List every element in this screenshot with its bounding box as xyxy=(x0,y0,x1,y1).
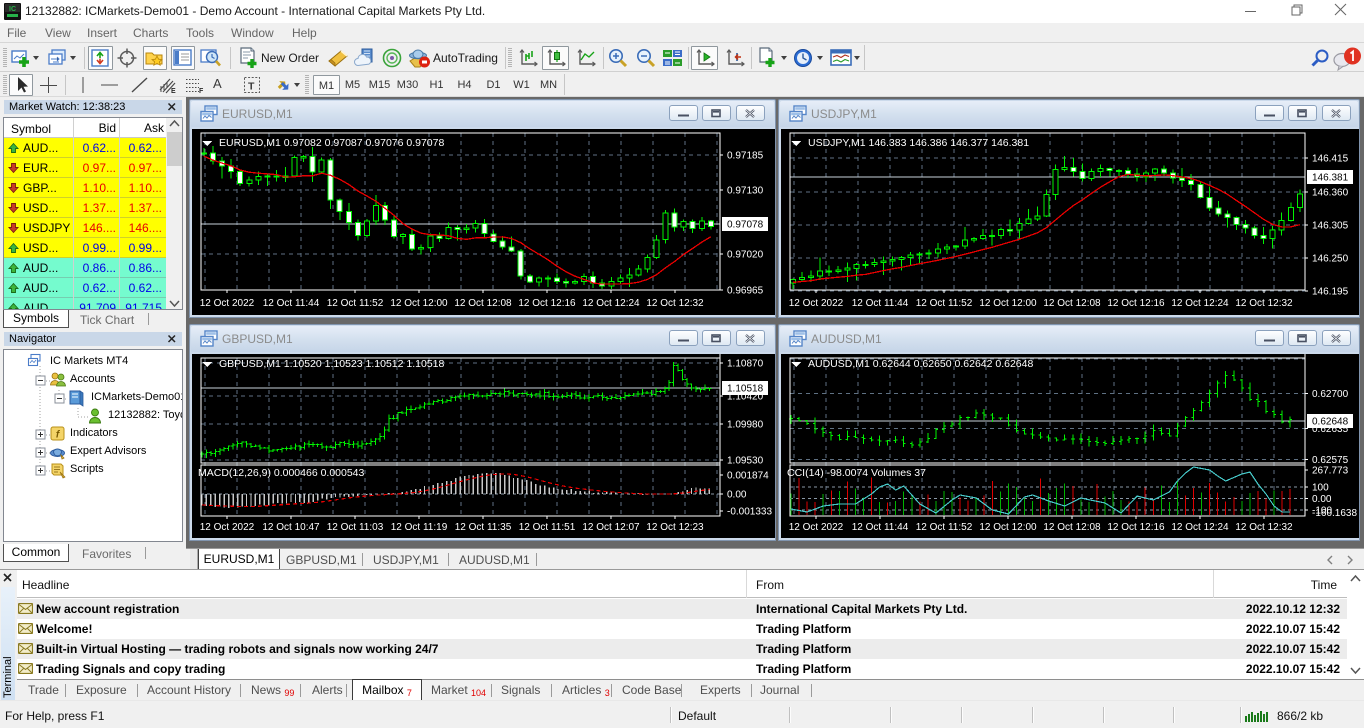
svg-text:T: T xyxy=(248,81,255,93)
svg-text:E: E xyxy=(171,88,176,94)
svg-text:0.00: 0.00 xyxy=(727,490,747,501)
svg-text:0.62648: 0.62648 xyxy=(1312,417,1349,428)
svg-text:0.00: 0.00 xyxy=(1312,494,1332,505)
svg-text:12 Oct 12:08: 12 Oct 12:08 xyxy=(1043,522,1101,533)
svg-text:12 Oct 12:00: 12 Oct 12:00 xyxy=(979,522,1037,533)
svg-text:12 Oct 11:44: 12 Oct 11:44 xyxy=(852,522,909,533)
svg-text:12 Oct 11:03: 12 Oct 11:03 xyxy=(327,522,384,533)
svg-text:12 Oct 12:16: 12 Oct 12:16 xyxy=(1107,298,1165,309)
svg-text:12 Oct 11:52: 12 Oct 11:52 xyxy=(916,298,973,309)
svg-text:1.10870: 1.10870 xyxy=(727,359,764,370)
svg-text:AUDUSD,M1 0.62644 0.62650 0.6: AUDUSD,M1 0.62644 0.62650 0.62642 0.6264… xyxy=(808,358,1033,370)
svg-text:IC: IC xyxy=(9,6,16,13)
svg-text:CCI(14) -98.0074 Volumes 37: CCI(14) -98.0074 Volumes 37 xyxy=(787,467,926,479)
svg-text:0.96965: 0.96965 xyxy=(727,286,764,297)
svg-text:1.09530: 1.09530 xyxy=(727,456,764,467)
svg-text:F: F xyxy=(199,88,204,94)
svg-text:12 Oct 2022: 12 Oct 2022 xyxy=(200,298,255,309)
svg-text:12 Oct 11:44: 12 Oct 11:44 xyxy=(852,298,909,309)
svg-text:12 Oct 12:32: 12 Oct 12:32 xyxy=(646,298,704,309)
svg-text:USDJPY,M1 146.383 146.386 146: USDJPY,M1 146.383 146.386 146.377 146.38… xyxy=(808,137,1029,149)
svg-text:12 Oct 12:08: 12 Oct 12:08 xyxy=(1043,298,1101,309)
svg-text:146.195: 146.195 xyxy=(1312,287,1349,298)
svg-text:0.97130: 0.97130 xyxy=(727,186,764,197)
svg-text:12 Oct 12:24: 12 Oct 12:24 xyxy=(582,298,640,309)
svg-text:12 Oct 2022: 12 Oct 2022 xyxy=(200,522,255,533)
svg-text:12 Oct 11:51: 12 Oct 11:51 xyxy=(519,522,576,533)
svg-text:12 Oct 11:52: 12 Oct 11:52 xyxy=(916,522,973,533)
svg-text:EURUSD,M1 0.97082 0.97087 0.9: EURUSD,M1 0.97082 0.97087 0.97076 0.9707… xyxy=(219,137,444,149)
svg-text:0.62575: 0.62575 xyxy=(1312,455,1349,466)
svg-text:0.97020: 0.97020 xyxy=(727,250,764,261)
svg-text:146.415: 146.415 xyxy=(1312,154,1349,165)
svg-text:0.97185: 0.97185 xyxy=(727,151,764,162)
svg-text:12 Oct 12:08: 12 Oct 12:08 xyxy=(454,298,512,309)
svg-text:12 Oct 12:23: 12 Oct 12:23 xyxy=(646,522,704,533)
svg-text:1.09980: 1.09980 xyxy=(727,420,764,431)
svg-text:MACD(12,26,9) 0.000466 0.00054: MACD(12,26,9) 0.000466 0.000543 xyxy=(198,467,365,479)
svg-text:146.305: 146.305 xyxy=(1312,221,1349,232)
svg-text:12 Oct 11:44: 12 Oct 11:44 xyxy=(263,298,320,309)
svg-text:12 Oct 11:35: 12 Oct 11:35 xyxy=(455,522,512,533)
svg-text:1.10518: 1.10518 xyxy=(727,384,764,395)
svg-text:100: 100 xyxy=(1312,483,1329,494)
svg-text:12 Oct 12:16: 12 Oct 12:16 xyxy=(1107,522,1165,533)
svg-text:12 Oct 12:24: 12 Oct 12:24 xyxy=(1171,298,1229,309)
svg-text:12 Oct 12:24: 12 Oct 12:24 xyxy=(1171,522,1229,533)
svg-text:12 Oct 11:19: 12 Oct 11:19 xyxy=(391,522,448,533)
svg-text:12 Oct 12:32: 12 Oct 12:32 xyxy=(1235,298,1293,309)
svg-text:0.97078: 0.97078 xyxy=(727,220,764,231)
svg-text:0.62700: 0.62700 xyxy=(1312,389,1349,400)
svg-text:0.001874: 0.001874 xyxy=(727,471,769,482)
svg-text:12 Oct 12:32: 12 Oct 12:32 xyxy=(1235,522,1293,533)
svg-text:267.773: 267.773 xyxy=(1312,466,1349,477)
svg-text:146.360: 146.360 xyxy=(1312,188,1349,199)
svg-text:12 Oct 12:00: 12 Oct 12:00 xyxy=(979,298,1037,309)
svg-text:146.381: 146.381 xyxy=(1312,173,1349,184)
svg-text:12 Oct 12:07: 12 Oct 12:07 xyxy=(582,522,640,533)
svg-text:12 Oct 12:16: 12 Oct 12:16 xyxy=(518,298,576,309)
svg-text:12 Oct 10:47: 12 Oct 10:47 xyxy=(262,522,320,533)
svg-text:-160.1638: -160.1638 xyxy=(1312,508,1357,519)
svg-text:12 Oct 11:52: 12 Oct 11:52 xyxy=(327,298,384,309)
svg-text:12 Oct 2022: 12 Oct 2022 xyxy=(789,298,844,309)
svg-text:GBPUSD,M1 1.10520 1.10523 1.1: GBPUSD,M1 1.10520 1.10523 1.10512 1.1051… xyxy=(219,358,444,370)
svg-text:-0.001333: -0.001333 xyxy=(727,507,772,518)
svg-text:146.250: 146.250 xyxy=(1312,254,1349,265)
svg-text:12 Oct 2022: 12 Oct 2022 xyxy=(789,522,844,533)
svg-text:12 Oct 12:00: 12 Oct 12:00 xyxy=(390,298,448,309)
